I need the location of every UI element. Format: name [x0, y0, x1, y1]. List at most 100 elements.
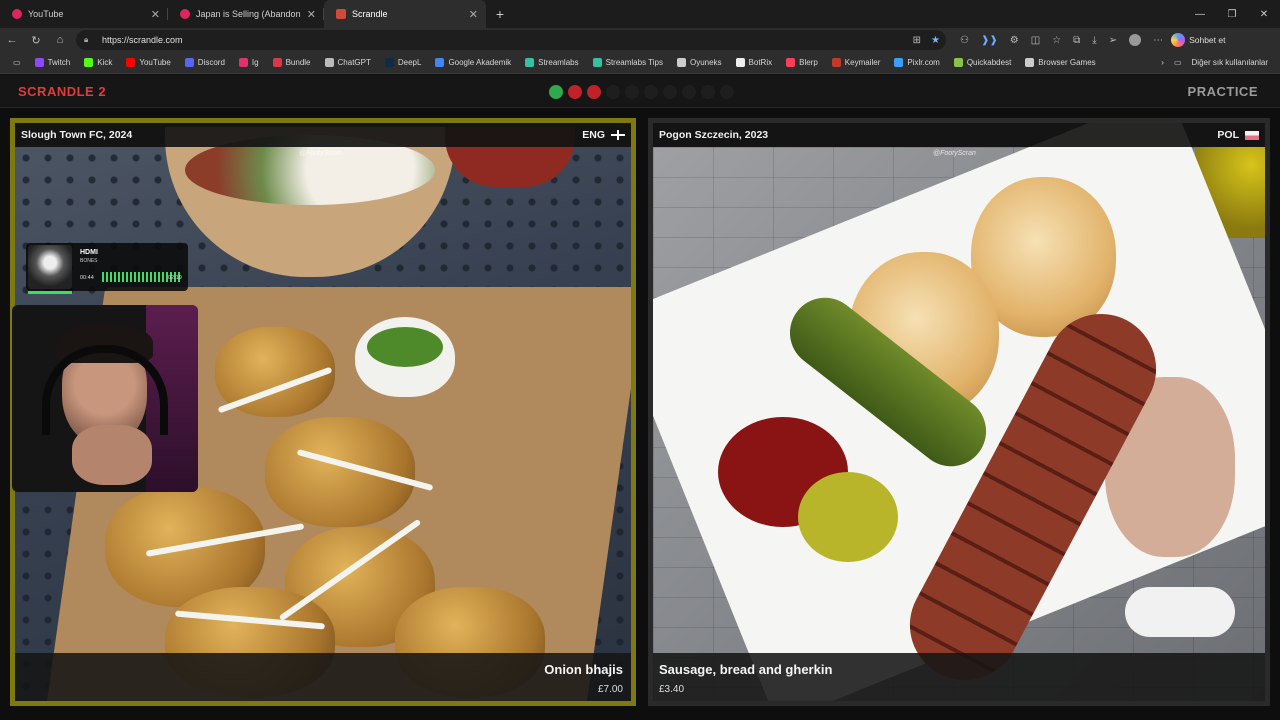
- bookmark-item[interactable]: Oyuneks: [670, 58, 729, 67]
- club-label: Pogon Szczecin, 2023: [659, 129, 769, 141]
- bookmark-favicon-icon: [786, 58, 796, 67]
- game-header: SCRANDLE 2 PRACTICE: [0, 75, 1280, 108]
- youtube-favicon-icon: [12, 9, 22, 19]
- url-field[interactable]: 🔒︎ https://scrandle.com ⊞ ★: [76, 30, 946, 50]
- bookmarks-menu-icon[interactable]: ▭: [6, 58, 28, 67]
- bookmark-item[interactable]: Quickabdest: [947, 58, 1018, 67]
- bookmark-item[interactable]: Browser Games: [1018, 58, 1102, 67]
- bookmark-label: Oyuneks: [689, 58, 722, 67]
- address-bar: ← ↻ ⌂ 🔒︎ https://scrandle.com ⊞ ★ ⚇ ❱❱ ⚙…: [0, 28, 1280, 52]
- minimize-icon[interactable]: —: [1184, 9, 1216, 20]
- bookmark-item[interactable]: Google Akademik: [428, 58, 518, 67]
- scrandle-game: SCRANDLE 2 PRACTICE Slough Town FC, 2024…: [0, 75, 1280, 720]
- app-install-icon[interactable]: ⊞: [913, 35, 921, 46]
- progress-dot: [568, 85, 582, 99]
- progress-dot: [625, 85, 639, 99]
- close-tab-icon[interactable]: ✕: [469, 8, 478, 21]
- bookmark-favicon-icon: [272, 58, 282, 67]
- more-menu-icon[interactable]: ⋯: [1153, 35, 1163, 46]
- other-bookmarks-label[interactable]: Diğer sık kullanılanlar: [1192, 58, 1268, 67]
- bookmark-favicon-icon: [894, 58, 904, 67]
- folder-icon: ▭: [1173, 58, 1182, 67]
- progress-dot: [720, 85, 734, 99]
- food-card-right[interactable]: Pogon Szczecin, 2023 POL @FootyScran Sau…: [648, 118, 1270, 706]
- bookmarks-overflow: › ▭ Diğer sık kullanılanlar: [1161, 58, 1280, 67]
- read-aloud-icon[interactable]: ❱❱: [981, 35, 998, 46]
- bookmark-item[interactable]: Kick: [77, 58, 119, 67]
- bookmark-item[interactable]: DeepL: [378, 58, 429, 67]
- tab-title: Japan is Selling (Abandoned) Hou: [196, 9, 301, 19]
- extensions-icon[interactable]: ⚙: [1010, 35, 1019, 46]
- bookmark-label: Google Akademik: [448, 58, 512, 67]
- bookmark-item[interactable]: ChatGPT: [318, 58, 378, 67]
- album-art: [28, 245, 72, 289]
- tab-youtube[interactable]: YouTube ✕: [0, 0, 168, 28]
- bookmark-favicon-icon: [238, 58, 248, 67]
- england-flag-icon: [611, 130, 625, 140]
- copilot-label: Sohbet et: [1189, 35, 1226, 45]
- bookmark-favicon-icon: [84, 58, 94, 67]
- song-artist: BONES: [80, 258, 98, 264]
- dish-name: Onion bhajis: [544, 662, 623, 677]
- bookmark-item[interactable]: Discord: [178, 58, 232, 67]
- bookmark-item[interactable]: Keymailer: [825, 58, 888, 67]
- chutney-cup: [355, 317, 455, 397]
- bookmark-item[interactable]: Ig: [232, 58, 266, 67]
- tab-title: Scrandle: [352, 9, 388, 19]
- url-text: https://scrandle.com: [102, 35, 183, 45]
- bookmark-label: Keymailer: [844, 58, 881, 67]
- share-icon[interactable]: ➢: [1109, 35, 1117, 46]
- bookmark-favicon-icon: [126, 58, 136, 67]
- bookmark-label: ChatGPT: [337, 58, 371, 67]
- bookmark-item[interactable]: BotRix: [729, 58, 780, 67]
- bookmark-item[interactable]: Pixlr.com: [887, 58, 946, 67]
- bookmark-label: Discord: [197, 58, 225, 67]
- bookmark-item[interactable]: Twitch: [28, 58, 78, 67]
- bookmark-item[interactable]: Streamlabs: [518, 58, 585, 67]
- bookmark-label: YouTube: [139, 58, 171, 67]
- gamepad-icon[interactable]: ⚇: [960, 35, 969, 46]
- bookmark-label: Streamlabs: [538, 58, 579, 67]
- scrandle-favicon-icon: [336, 9, 346, 19]
- tab-title: YouTube: [28, 9, 64, 19]
- window-controls: — ❐ ✕: [1184, 0, 1280, 28]
- new-tab-button[interactable]: +: [486, 6, 514, 22]
- home-icon[interactable]: ⌂: [48, 34, 72, 46]
- favorites-icon[interactable]: ☆: [1052, 35, 1061, 46]
- downloads-icon[interactable]: ⤓: [1092, 35, 1096, 46]
- split-screen-icon[interactable]: ◫: [1031, 35, 1040, 46]
- copilot-icon: [1171, 33, 1186, 47]
- profile-avatar[interactable]: [1129, 34, 1142, 46]
- maximize-icon[interactable]: ❐: [1216, 9, 1248, 20]
- refresh-icon[interactable]: ↻: [24, 34, 48, 47]
- youtube-favicon-icon: [180, 9, 190, 19]
- bookmark-item[interactable]: Bundle: [266, 58, 318, 67]
- bookmark-favicon-icon: [324, 58, 334, 67]
- card-header: Slough Town FC, 2024 ENG: [15, 123, 631, 147]
- copilot-button[interactable]: Sohbet et: [1171, 33, 1225, 47]
- tab-japan-video[interactable]: Japan is Selling (Abandoned) Hou ✕: [168, 0, 324, 28]
- close-tab-icon[interactable]: ✕: [151, 8, 160, 21]
- lock-icon: 🔒︎: [84, 35, 89, 44]
- song-title: HDMI: [80, 249, 98, 256]
- collections-icon[interactable]: ⧉: [1073, 35, 1080, 46]
- streamer-hand: [72, 425, 152, 485]
- shoe: [1125, 587, 1235, 637]
- close-tab-icon[interactable]: ✕: [307, 8, 316, 21]
- bookmark-item[interactable]: YouTube: [119, 58, 177, 67]
- progress-dot: [701, 85, 715, 99]
- mustard: [798, 472, 898, 562]
- chevron-right-icon[interactable]: ›: [1161, 58, 1164, 67]
- favorite-star-icon[interactable]: ★: [931, 35, 940, 46]
- bhaji: [265, 417, 415, 527]
- card-header: Pogon Szczecin, 2023 POL: [653, 123, 1265, 147]
- back-icon[interactable]: ←: [0, 34, 24, 46]
- tab-scrandle[interactable]: Scrandle ✕: [324, 0, 486, 28]
- bookmark-label: Streamlabs Tips: [605, 58, 663, 67]
- mode-label[interactable]: PRACTICE: [1188, 84, 1258, 99]
- close-window-icon[interactable]: ✕: [1248, 9, 1280, 20]
- bookmark-item[interactable]: Blerp: [779, 58, 825, 67]
- bookmark-item[interactable]: Streamlabs Tips: [586, 58, 670, 67]
- bookmark-label: Ig: [251, 58, 259, 67]
- game-logo[interactable]: SCRANDLE 2: [18, 84, 106, 99]
